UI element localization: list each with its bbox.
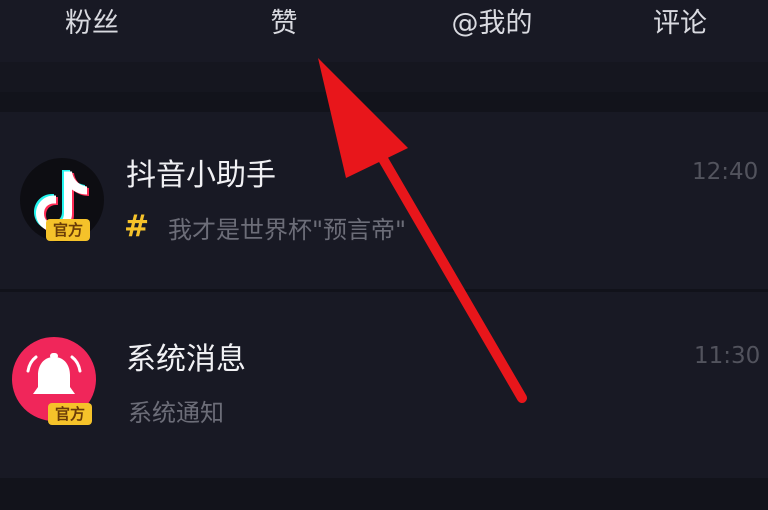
tab-comments[interactable]: 评论 xyxy=(640,4,720,44)
system-title: 系统消息 xyxy=(126,342,246,377)
official-badge: 官方 xyxy=(48,403,93,425)
system-time: 11:30 xyxy=(694,343,761,369)
section-separator xyxy=(0,92,768,112)
hashtag-icon: # xyxy=(124,209,150,244)
assistant-title: 抖音小助手 xyxy=(126,158,276,193)
next-row-edge xyxy=(0,478,768,510)
official-badge: 官方 xyxy=(46,219,91,241)
system-preview: 系统通知 xyxy=(128,399,224,427)
message-row-system[interactable] xyxy=(0,292,768,478)
assistant-time: 12:40 xyxy=(692,159,759,185)
tab-likes[interactable]: 赞 xyxy=(252,4,316,44)
message-row-assistant[interactable] xyxy=(0,112,768,290)
tab-fans[interactable]: 粉丝 xyxy=(52,4,132,44)
top-tab-bar: 粉丝 赞 @我的 评论 xyxy=(0,0,768,62)
tab-mentions[interactable]: @我的 xyxy=(436,4,548,44)
assistant-preview: 我才是世界杯"预言帝" xyxy=(168,216,407,244)
